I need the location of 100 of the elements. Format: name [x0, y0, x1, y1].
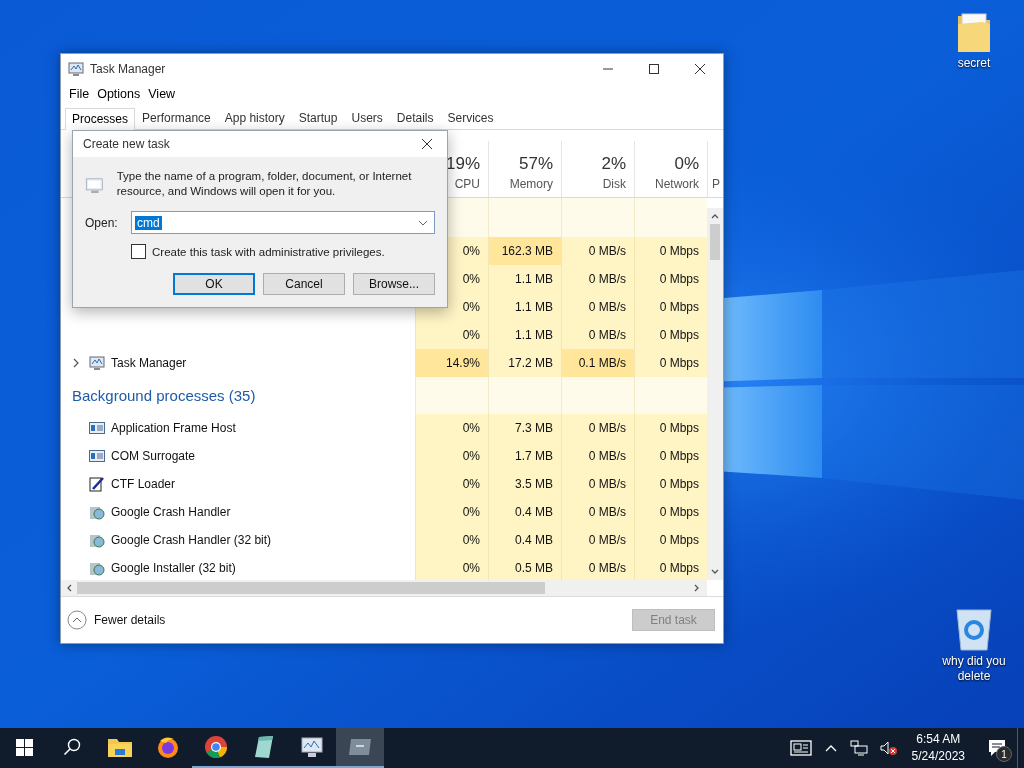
process-name: Task Manager: [111, 356, 187, 370]
installer-icon: [89, 504, 105, 520]
news-icon[interactable]: [789, 740, 812, 756]
table-cell: 0 Mbps: [634, 470, 707, 498]
browser-icon: [204, 735, 228, 759]
table-cell: 162.3 MB: [488, 237, 561, 265]
notification-badge: 1: [996, 746, 1012, 762]
window-title: Task Manager: [90, 61, 166, 76]
table-cell: 0 MB/s: [561, 265, 634, 293]
monitor-icon: [68, 60, 84, 77]
column-usage: 19%: [445, 154, 480, 174]
table-cell: 0%: [415, 414, 488, 442]
instruction-text: Type the name of a program, folder, document, or Internet resource, and Windows will open it for you.: [116, 169, 413, 199]
table-cell: 0 Mbps: [634, 442, 707, 470]
table-cell: 0 MB/s: [561, 442, 634, 470]
table-cell: 3.5 MB: [488, 470, 561, 498]
table-cell: 0 Mbps: [634, 293, 707, 321]
window-icon: [348, 738, 372, 756]
folder-icon[interactable]: [956, 10, 992, 54]
table-cell: 0 Mbps: [634, 414, 707, 442]
menu-item[interactable]: View: [144, 87, 180, 101]
icon-label[interactable]: secret: [934, 56, 1014, 71]
tab[interactable]: Processes: [65, 108, 136, 130]
table-cell: 0 Mbps: [634, 554, 707, 580]
notepad-icon: [253, 735, 275, 759]
table-cell: 0.4 MB: [488, 526, 561, 554]
table-cell: 1.1 MB: [488, 293, 561, 321]
table-cell: 0 Mbps: [634, 321, 707, 349]
icon-label[interactable]: why did you delete: [934, 654, 1014, 684]
table-cell: 0%: [415, 498, 488, 526]
column-usage: 2%: [601, 154, 626, 174]
column-header[interactable]: Network: [655, 177, 699, 191]
dialog-button[interactable]: Browse...: [353, 273, 435, 295]
window-icon: [89, 420, 105, 436]
column-usage: 0%: [674, 154, 699, 174]
process-name: CTF Loader: [111, 477, 176, 491]
table-cell: 0 MB/s: [561, 414, 634, 442]
scrollbar-thumb[interactable]: [77, 582, 545, 594]
process-name: Google Crash Handler: [111, 505, 231, 519]
checkbox[interactable]: [131, 244, 146, 259]
close-icon: [695, 63, 705, 74]
tab[interactable]: Details: [389, 107, 441, 129]
process-name: Application Frame Host: [111, 421, 236, 435]
dialog-button[interactable]: OK: [173, 273, 255, 295]
table-cell: 0%: [415, 442, 488, 470]
table-cell: 1.7 MB: [488, 442, 561, 470]
column-header[interactable]: Disk: [602, 177, 626, 191]
chevron-up-icon[interactable]: [823, 743, 838, 753]
tab[interactable]: App history: [217, 107, 292, 129]
fewer-details-button[interactable]: Fewer details: [67, 610, 166, 630]
table-cell: 0.1 MB/s: [561, 349, 634, 377]
horizontal-scrollbar[interactable]: [61, 580, 723, 596]
column-header[interactable]: CPU: [454, 177, 480, 191]
menu-item[interactable]: File: [65, 87, 94, 101]
monitor-icon: [300, 736, 324, 758]
column-header[interactable]: P: [712, 177, 720, 191]
maximize-icon: [649, 63, 659, 74]
table-cell: 0 MB/s: [561, 554, 634, 580]
table-cell: 0 MB/s: [561, 498, 634, 526]
pen-icon: [89, 476, 105, 492]
table-cell: 0%: [415, 321, 488, 349]
process-name: Google Crash Handler (32 bit): [111, 533, 272, 547]
dialog-button[interactable]: Cancel: [263, 273, 345, 295]
search-icon: [63, 738, 81, 756]
scrollbar-thumb[interactable]: [710, 224, 720, 260]
tab[interactable]: Services: [440, 107, 501, 129]
installer-icon: [89, 560, 105, 576]
column-header[interactable]: Memory: [509, 177, 553, 191]
folder-icon: [108, 737, 132, 757]
menu-item[interactable]: Options: [93, 87, 145, 101]
table-cell: 7.3 MB: [488, 414, 561, 442]
process-name: COM Surrogate: [111, 449, 196, 463]
table-cell: 0 MB/s: [561, 321, 634, 349]
clock-date[interactable]: 5/24/2023: [911, 748, 965, 765]
windows-logo-icon: [15, 738, 33, 756]
table-cell: 1.1 MB: [488, 321, 561, 349]
open-field[interactable]: cmd: [131, 211, 435, 234]
network-icon[interactable]: [849, 740, 868, 756]
installer-icon: [89, 532, 105, 548]
expand-icon[interactable]: [72, 358, 80, 368]
table-cell: 0 MB/s: [561, 470, 634, 498]
table-cell: 0.4 MB: [488, 498, 561, 526]
checkbox-label[interactable]: Create this task with administrative privileges.: [152, 245, 385, 258]
table-cell: 0 MB/s: [561, 237, 634, 265]
table-cell: 0 Mbps: [634, 237, 707, 265]
table-cell: 0 Mbps: [634, 349, 707, 377]
speaker-muted-icon[interactable]: [879, 740, 898, 756]
table-cell: 1.1 MB: [488, 265, 561, 293]
column-usage: 57%: [518, 154, 553, 174]
vertical-scrollbar[interactable]: [707, 208, 723, 580]
field-label: Open:: [85, 215, 119, 230]
tab[interactable]: Performance: [135, 107, 218, 129]
tab[interactable]: Users: [344, 107, 390, 129]
tab[interactable]: Startup: [291, 107, 345, 129]
dropdown-icon[interactable]: [418, 219, 428, 226]
window-icon: [89, 448, 105, 464]
table-cell: 0 Mbps: [634, 265, 707, 293]
collapse-icon: [67, 610, 87, 630]
table-cell: 0.5 MB: [488, 554, 561, 580]
clock-time[interactable]: 6:54 AM: [916, 731, 961, 748]
